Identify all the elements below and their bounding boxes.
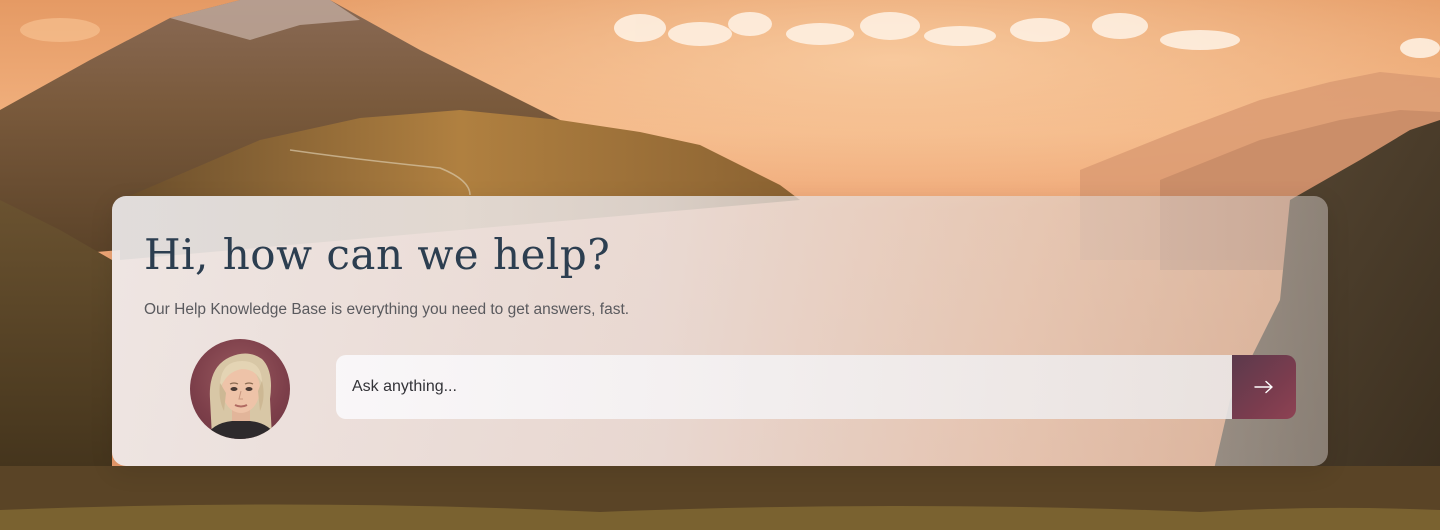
- avatar-portrait: [204, 353, 278, 439]
- hero-background: Hi, how can we help? Our Help Knowledge …: [0, 0, 1440, 530]
- support-agent-avatar: [190, 339, 290, 439]
- page-title: Hi, how can we help?: [144, 230, 611, 279]
- page-subtitle: Our Help Knowledge Base is everything yo…: [144, 301, 630, 318]
- search-bar: [336, 355, 1296, 419]
- arrow-right-icon: [1254, 380, 1273, 394]
- help-search-card: Hi, how can we help? Our Help Knowledge …: [112, 196, 1328, 466]
- search-submit-button[interactable]: [1232, 355, 1296, 419]
- search-input[interactable]: [336, 355, 1232, 419]
